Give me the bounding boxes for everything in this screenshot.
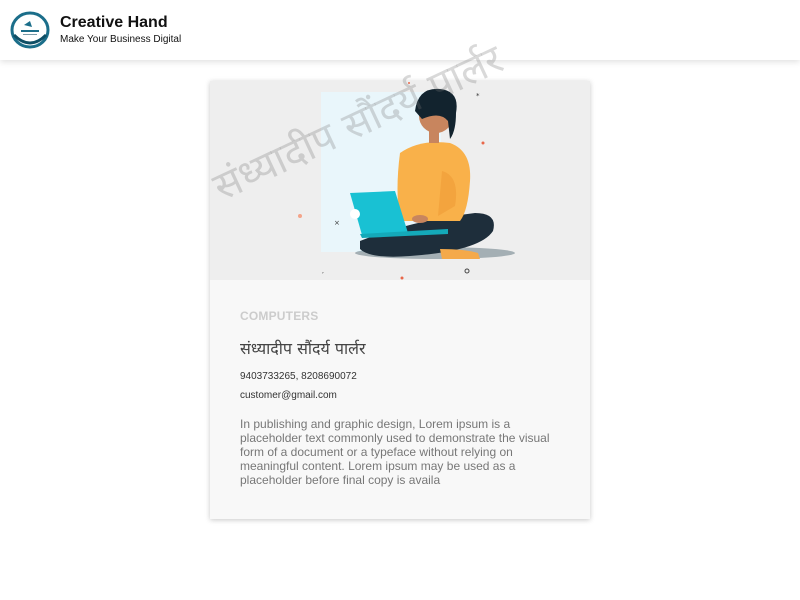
category-label[interactable]: COMPUTERS xyxy=(240,309,570,323)
card-image: * × , xyxy=(210,81,590,280)
email-address: customer@gmail.com xyxy=(240,390,337,401)
business-card[interactable]: * × , COMPUTERS संध्यादीप सौंदर्य पार्लर xyxy=(210,81,590,519)
person-with-laptop-illustration-icon: * × , xyxy=(298,82,515,280)
card-body: COMPUTERS संध्यादीप सौंदर्य पार्लर 94037… xyxy=(240,309,570,487)
business-title[interactable]: संध्यादीप सौंदर्य पार्लर xyxy=(240,337,570,359)
brand-title[interactable]: Creative Hand xyxy=(60,14,181,32)
phone-numbers: 9403733265, 8208690072 xyxy=(240,371,357,382)
brand: Creative Hand Make Your Business Digital xyxy=(60,14,181,46)
svg-text:,: , xyxy=(322,268,324,275)
svg-text:*: * xyxy=(476,92,480,100)
brand-tagline: Make Your Business Digital xyxy=(60,34,182,45)
business-description: In publishing and graphic design, Lorem … xyxy=(240,417,550,487)
svg-text:×: × xyxy=(334,219,340,227)
creative-hand-logo-icon[interactable] xyxy=(10,11,50,49)
site-header: Creative Hand Make Your Business Digital xyxy=(0,0,800,60)
